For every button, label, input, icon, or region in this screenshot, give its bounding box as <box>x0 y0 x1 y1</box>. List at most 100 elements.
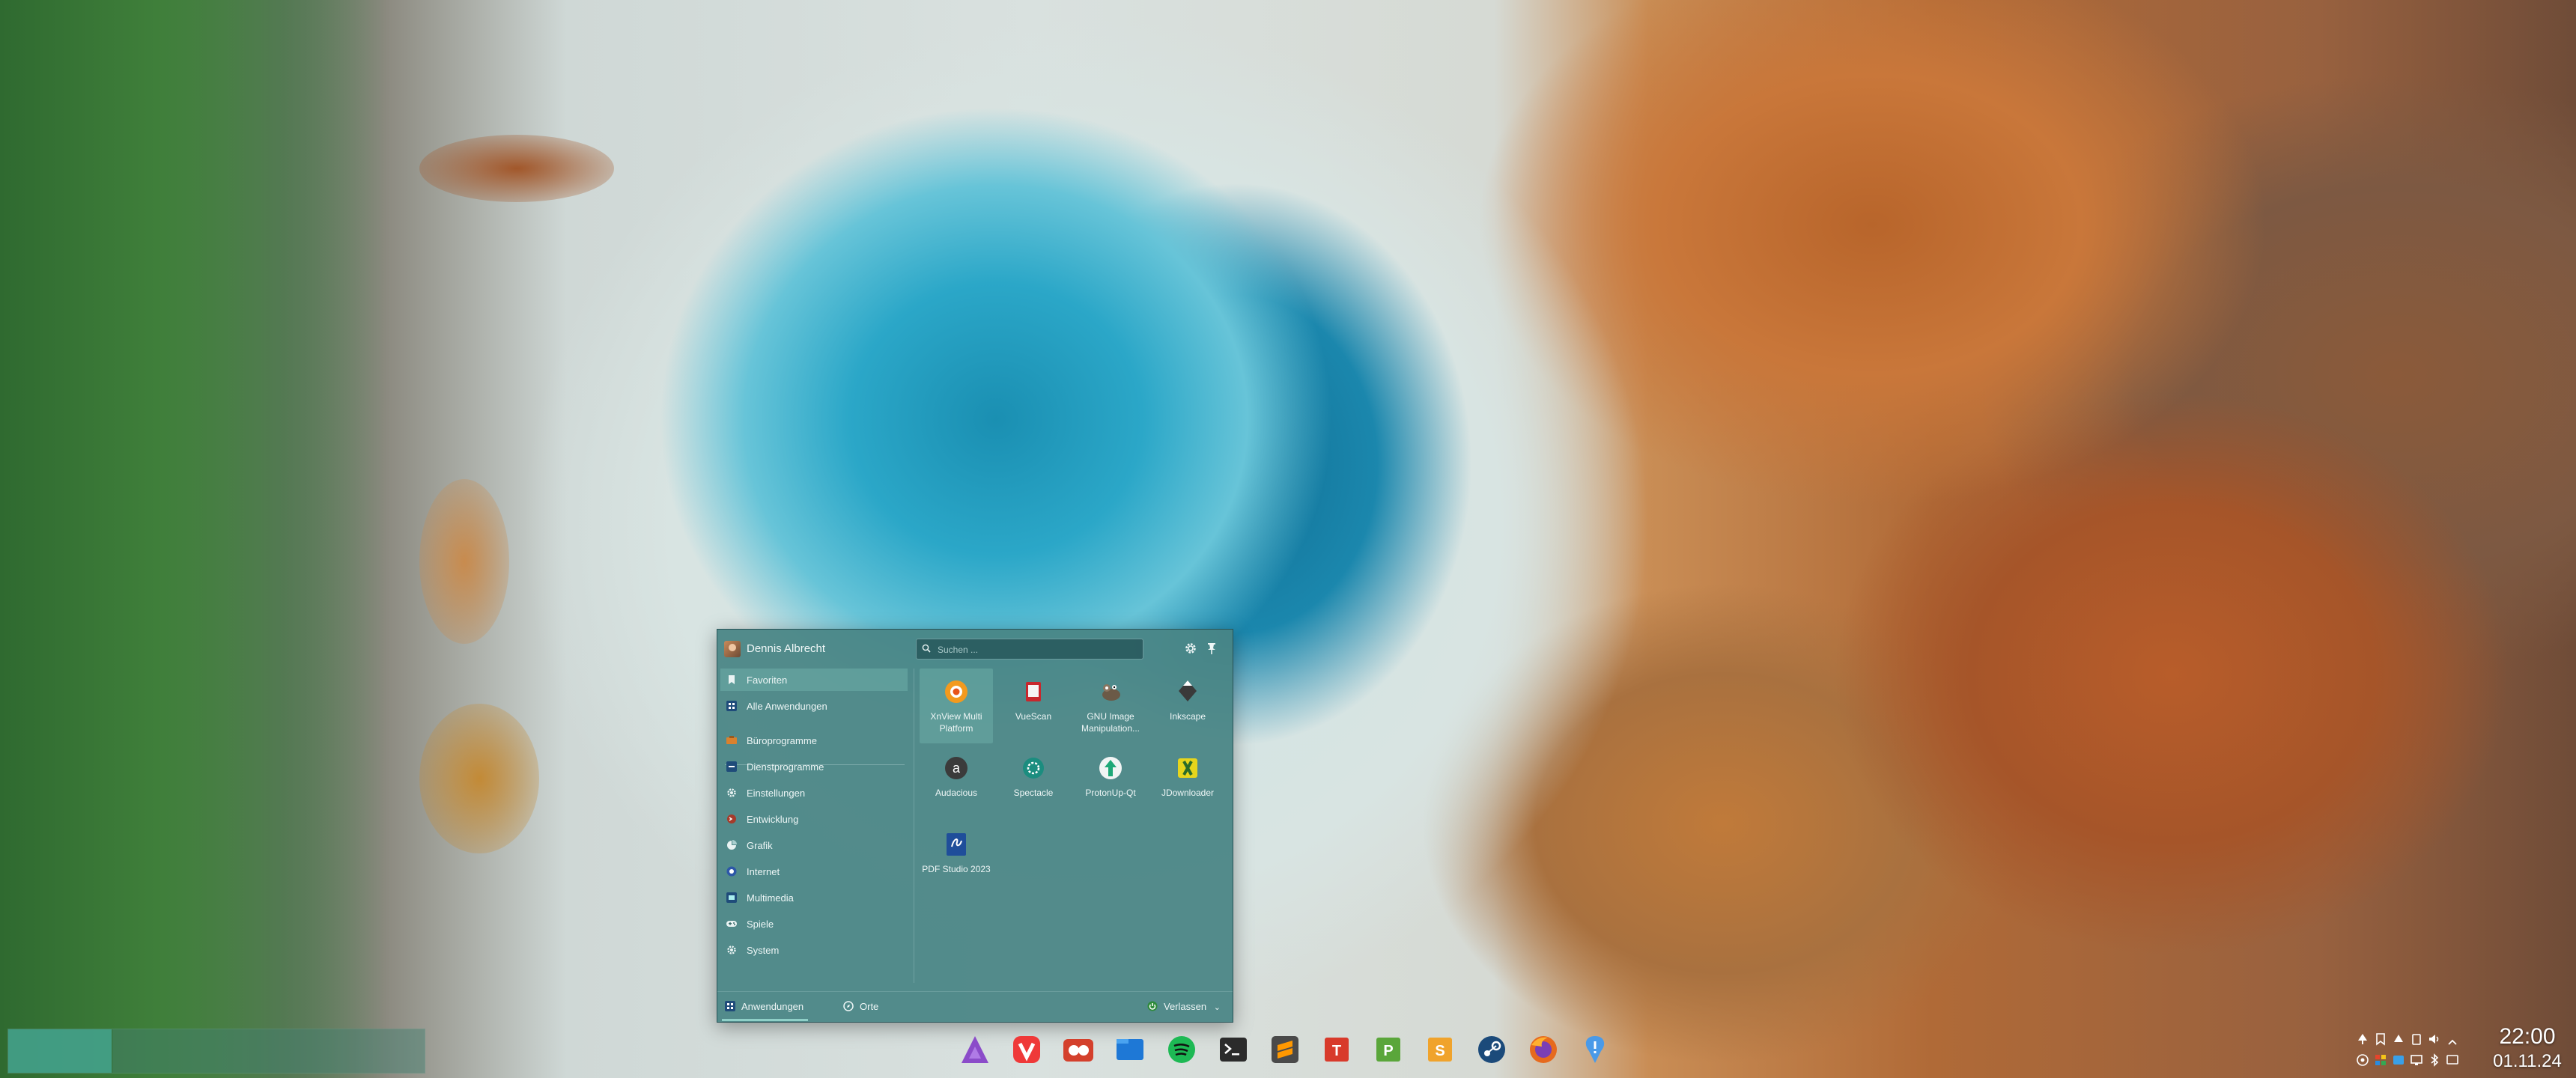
bookmark-tray-icon[interactable] <box>2373 1032 2388 1047</box>
clock-time[interactable]: 22:00 <box>2486 1024 2569 1050</box>
dropbox-icon[interactable] <box>2391 1053 2406 1068</box>
configure-gear-icon[interactable] <box>1183 641 1198 656</box>
svg-text:T: T <box>1332 1043 1341 1059</box>
xnview-icon <box>945 680 967 703</box>
utilities-icon <box>726 761 737 772</box>
sidebar-item-multimedia[interactable]: Multimedia <box>720 886 908 909</box>
update-icon[interactable] <box>2391 1032 2406 1047</box>
tab-anwendungen[interactable]: Anwendungen <box>721 1001 809 1021</box>
dolphin-alt-icon[interactable] <box>1062 1033 1095 1066</box>
sidebar-item-system[interactable]: System <box>720 939 908 961</box>
sidebar-item-dienstprogramme[interactable]: Dienstprogramme <box>720 755 908 778</box>
app-name: JDownloader <box>1161 788 1215 798</box>
system-tray <box>2351 1027 2460 1072</box>
feedback-icon[interactable] <box>1579 1033 1611 1066</box>
app-name: PDF Studio 2023 <box>922 864 991 874</box>
app-name: ProtonUp-Qt <box>1085 788 1136 798</box>
notifications-icon[interactable] <box>2445 1053 2460 1068</box>
sublime-icon[interactable] <box>1269 1033 1301 1066</box>
vuescan-icon <box>1026 682 1041 701</box>
sidebar-item-label: Entwicklung <box>747 814 799 825</box>
sidebar-item-label: Grafik <box>747 840 773 851</box>
desktop-wallpaper <box>0 0 2576 1078</box>
chevron-down-icon: ⌄ <box>1213 1003 1221 1012</box>
vivaldi-icon[interactable] <box>1010 1033 1043 1066</box>
svg-text:S: S <box>1435 1043 1445 1059</box>
volume-icon[interactable] <box>2427 1032 2442 1047</box>
inkscape-icon <box>1179 680 1197 701</box>
sidebar-item-label: Multimedia <box>747 892 794 904</box>
app-name: VueScan <box>1015 711 1052 722</box>
clock-date[interactable]: 01.11.24 <box>2486 1051 2569 1072</box>
softmaker-planmaker-icon[interactable]: P <box>1372 1033 1405 1066</box>
sidebar-item-favoriten[interactable]: Favoriten <box>720 669 908 691</box>
development-icon <box>727 814 736 823</box>
system-icon <box>727 945 736 954</box>
clipboard-icon[interactable] <box>2409 1032 2424 1047</box>
user-avatar[interactable] <box>724 641 741 657</box>
svg-text:P: P <box>1383 1043 1393 1059</box>
jdownloader-icon <box>1178 758 1197 778</box>
bookmark-icon <box>729 675 735 684</box>
leave-power-icon <box>1147 1001 1158 1011</box>
sidebar-item-internet[interactable]: Internet <box>720 860 908 883</box>
network-icon[interactable] <box>2355 1032 2370 1047</box>
softmaker-textmaker-icon[interactable]: T <box>1320 1033 1353 1066</box>
firefox-icon[interactable] <box>1527 1033 1560 1066</box>
pdf-studio-icon <box>947 833 966 856</box>
launcher-header: Dennis Albrecht <box>717 630 1233 666</box>
pin-icon[interactable] <box>1204 641 1219 656</box>
app-audacious[interactable]: a Audacious <box>920 745 993 820</box>
terminal-icon[interactable] <box>1217 1033 1250 1066</box>
expand-tray-icon[interactable] <box>2445 1035 2460 1050</box>
app-pdf-studio[interactable]: PDF Studio 2023 <box>920 821 993 896</box>
sidebar-item-label: Favoriten <box>747 674 788 686</box>
sidebar-item-label: Büroprogramme <box>747 735 817 746</box>
color-picker-icon[interactable] <box>2373 1053 2388 1068</box>
steam-icon[interactable] <box>1475 1033 1508 1066</box>
sidebar-item-entwicklung[interactable]: Entwicklung <box>720 808 908 830</box>
protonup-icon <box>1099 757 1122 779</box>
sidebar-item-grafik[interactable]: Grafik <box>720 834 908 856</box>
sidebar-item-label: Spiele <box>747 919 774 930</box>
app-gimp[interactable]: GNU Image Manipulation... <box>1074 669 1147 743</box>
app-protonup[interactable]: ProtonUp-Qt <box>1074 745 1147 820</box>
bluetooth-icon[interactable] <box>2427 1053 2442 1068</box>
sidebar-item-label: Dienstprogramme <box>747 761 824 773</box>
spectacle-icon <box>1023 758 1044 779</box>
spotify-icon[interactable] <box>1165 1033 1198 1066</box>
leave-button[interactable]: Verlassen ⌄ <box>1147 1001 1221 1012</box>
application-launcher: Dennis Albrecht Favoriten Alle Anwendung… <box>717 629 1233 1023</box>
tab-orte[interactable]: Orte <box>843 1001 878 1012</box>
app-jdownloader[interactable]: JDownloader <box>1151 745 1224 820</box>
search-input[interactable] <box>936 642 1141 658</box>
arch-icon[interactable] <box>959 1033 991 1066</box>
app-spectacle[interactable]: Spectacle <box>997 745 1070 820</box>
app-xnview[interactable]: XnView Multi Platform <box>920 669 993 743</box>
search-box[interactable] <box>916 639 1143 660</box>
sidebar-item-label: Einstellungen <box>747 788 806 799</box>
sidebar-item-label: Alle Anwendungen <box>747 701 827 712</box>
mineral-pool <box>419 479 509 644</box>
search-icon <box>922 644 931 653</box>
places-compass-icon <box>843 1001 854 1011</box>
office-icon <box>726 736 737 744</box>
taskbar-dock: T P S <box>951 1024 1625 1074</box>
sidebar-item-bueroprogramme[interactable]: Büroprogramme <box>720 729 908 752</box>
files-icon[interactable] <box>1114 1033 1146 1066</box>
graphics-icon <box>727 840 737 850</box>
app-name: XnView Multi Platform <box>930 711 982 734</box>
virtual-desktop-pager <box>7 1029 425 1074</box>
display-icon[interactable] <box>2409 1053 2424 1068</box>
games-icon <box>726 921 737 927</box>
mineral-pool <box>419 704 539 853</box>
activity-icon[interactable] <box>2355 1053 2370 1068</box>
sidebar-item-alle-anwendungen[interactable]: Alle Anwendungen <box>720 695 908 717</box>
app-vuescan[interactable]: VueScan <box>997 669 1070 743</box>
app-inkscape[interactable]: Inkscape <box>1151 669 1224 743</box>
sidebar-item-einstellungen[interactable]: Einstellungen <box>720 782 908 804</box>
virtual-desktop-2[interactable] <box>113 1029 425 1073</box>
sidebar-item-spiele[interactable]: Spiele <box>720 913 908 935</box>
softmaker-presentations-icon[interactable]: S <box>1424 1033 1456 1066</box>
virtual-desktop-1[interactable] <box>8 1029 112 1073</box>
